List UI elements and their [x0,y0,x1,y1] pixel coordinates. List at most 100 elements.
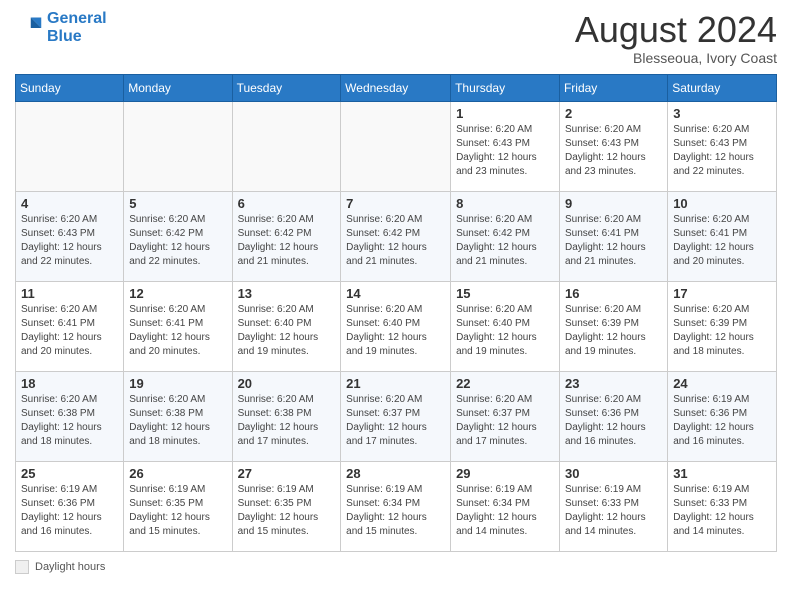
table-row: 23 Sunrise: 6:20 AM Sunset: 6:36 PM Dayli… [559,371,667,461]
logo: General Blue [15,10,107,45]
day-info: Sunrise: 6:20 AM Sunset: 6:40 PM Dayligh… [346,303,445,359]
table-row: 28 Sunrise: 6:19 AM Sunset: 6:34 PM Dayli… [341,461,451,551]
day-info: Sunrise: 6:20 AM Sunset: 6:40 PM Dayligh… [238,303,336,359]
day-info: Sunrise: 6:19 AM Sunset: 6:35 PM Dayligh… [129,483,226,539]
day-number: 20 [238,376,336,391]
day-number: 17 [673,286,771,301]
table-row: 26Sunrise: 6:19 AM Sunset: 6:35 PM Dayli… [124,461,232,551]
day-number: 1 [456,106,554,121]
day-info: Sunrise: 6:20 AM Sunset: 6:43 PM Dayligh… [21,213,118,269]
table-row: 10Sunrise: 6:20 AM Sunset: 6:41 PM Dayli… [668,191,777,281]
day-info: Sunrise: 6:20 AM Sunset: 6:38 PM Dayligh… [21,393,118,449]
day-number: 21 [346,376,445,391]
day-info: Sunrise: 6:20 AM Sunset: 6:36 PM Dayligh… [565,393,662,449]
table-row: 8Sunrise: 6:20 AM Sunset: 6:42 PM Daylig… [451,191,560,281]
day-number: 14 [346,286,445,301]
table-row: 17 Sunrise: 6:20 AM Sunset: 6:39 PM Dayli… [668,281,777,371]
day-info: Sunrise: 6:20 AM Sunset: 6:40 PM Dayligh… [456,303,554,359]
table-row: 7 Sunrise: 6:20 AM Sunset: 6:42 PM Daylig… [341,191,451,281]
day-number: 7 [346,196,445,211]
table-row: 11 Sunrise: 6:20 AM Sunset: 6:41 PM Dayli… [16,281,124,371]
day-info: Sunrise: 6:19 AM Sunset: 6:33 PM Dayligh… [565,483,662,539]
day-number: 5 [129,196,226,211]
day-info: Sunrise: 6:20 AM Sunset: 6:41 PM Dayligh… [129,303,226,359]
day-info: Sunrise: 6:20 AM Sunset: 6:39 PM Dayligh… [673,303,771,359]
calendar-table: SundayMondayTuesdayWednesdayThursdayFrid… [15,74,777,552]
day-number: 28 [346,466,445,481]
day-info: Sunrise: 6:20 AM Sunset: 6:42 PM Dayligh… [129,213,226,269]
calendar-week-row: 25Sunrise: 6:19 AM Sunset: 6:36 PM Dayli… [16,461,777,551]
day-info: Sunrise: 6:19 AM Sunset: 6:33 PM Dayligh… [673,483,771,539]
day-info: Sunrise: 6:20 AM Sunset: 6:43 PM Dayligh… [673,123,771,179]
day-number: 24 [673,376,771,391]
day-info: Sunrise: 6:19 AM Sunset: 6:36 PM Dayligh… [673,393,771,449]
page-header: General Blue August 2024 Blesseoua, Ivor… [15,10,777,66]
table-row: 13 Sunrise: 6:20 AM Sunset: 6:40 PM Dayli… [232,281,341,371]
table-row: 1 Sunrise: 6:20 AM Sunset: 6:43 PM Daylig… [451,101,560,191]
table-row: 18 Sunrise: 6:20 AM Sunset: 6:38 PM Dayli… [16,371,124,461]
calendar-day-header: Wednesday [341,74,451,101]
day-info: Sunrise: 6:20 AM Sunset: 6:43 PM Dayligh… [565,123,662,179]
day-number: 11 [21,286,118,301]
day-number: 3 [673,106,771,121]
calendar-day-header: Thursday [451,74,560,101]
calendar-week-row: 1 Sunrise: 6:20 AM Sunset: 6:43 PM Daylig… [16,101,777,191]
location: Blesseoua, Ivory Coast [575,50,777,66]
table-row [16,101,124,191]
day-number: 18 [21,376,118,391]
day-number: 19 [129,376,226,391]
table-row: 20 Sunrise: 6:20 AM Sunset: 6:38 PM Dayli… [232,371,341,461]
table-row: 3 Sunrise: 6:20 AM Sunset: 6:43 PM Daylig… [668,101,777,191]
table-row: 27Sunrise: 6:19 AM Sunset: 6:35 PM Dayli… [232,461,341,551]
calendar-day-header: Tuesday [232,74,341,101]
day-number: 12 [129,286,226,301]
day-number: 27 [238,466,336,481]
table-row: 9 Sunrise: 6:20 AM Sunset: 6:41 PM Daylig… [559,191,667,281]
table-row: 25Sunrise: 6:19 AM Sunset: 6:36 PM Dayli… [16,461,124,551]
day-number: 13 [238,286,336,301]
daylight-legend: Daylight hours [15,560,105,574]
day-number: 25 [21,466,118,481]
day-number: 6 [238,196,336,211]
calendar-header-row: SundayMondayTuesdayWednesdayThursdayFrid… [16,74,777,101]
day-info: Sunrise: 6:20 AM Sunset: 6:42 PM Dayligh… [238,213,336,269]
day-number: 29 [456,466,554,481]
table-row: 16Sunrise: 6:20 AM Sunset: 6:39 PM Dayli… [559,281,667,371]
table-row [341,101,451,191]
day-info: Sunrise: 6:20 AM Sunset: 6:38 PM Dayligh… [129,393,226,449]
day-number: 15 [456,286,554,301]
table-row: 29 Sunrise: 6:19 AM Sunset: 6:34 PM Dayli… [451,461,560,551]
day-info: Sunrise: 6:20 AM Sunset: 6:43 PM Dayligh… [456,123,554,179]
table-row: 5 Sunrise: 6:20 AM Sunset: 6:42 PM Daylig… [124,191,232,281]
table-row: 24 Sunrise: 6:19 AM Sunset: 6:36 PM Dayli… [668,371,777,461]
day-number: 2 [565,106,662,121]
day-info: Sunrise: 6:20 AM Sunset: 6:41 PM Dayligh… [565,213,662,269]
legend-box [15,560,29,574]
day-info: Sunrise: 6:20 AM Sunset: 6:41 PM Dayligh… [21,303,118,359]
day-number: 23 [565,376,662,391]
table-row: 12 Sunrise: 6:20 AM Sunset: 6:41 PM Dayli… [124,281,232,371]
logo-text: General Blue [47,10,107,45]
calendar-day-header: Monday [124,74,232,101]
logo-icon [15,14,43,42]
table-row: 2 Sunrise: 6:20 AM Sunset: 6:43 PM Daylig… [559,101,667,191]
day-info: Sunrise: 6:20 AM Sunset: 6:37 PM Dayligh… [456,393,554,449]
table-row: 15 Sunrise: 6:20 AM Sunset: 6:40 PM Dayli… [451,281,560,371]
day-number: 31 [673,466,771,481]
table-row: 21 Sunrise: 6:20 AM Sunset: 6:37 PM Dayli… [341,371,451,461]
calendar-day-header: Saturday [668,74,777,101]
day-info: Sunrise: 6:20 AM Sunset: 6:38 PM Dayligh… [238,393,336,449]
day-info: Sunrise: 6:19 AM Sunset: 6:34 PM Dayligh… [346,483,445,539]
day-info: Sunrise: 6:20 AM Sunset: 6:37 PM Dayligh… [346,393,445,449]
day-info: Sunrise: 6:20 AM Sunset: 6:42 PM Dayligh… [346,213,445,269]
table-row: 22 Sunrise: 6:20 AM Sunset: 6:37 PM Dayli… [451,371,560,461]
day-number: 4 [21,196,118,211]
table-row: 6 Sunrise: 6:20 AM Sunset: 6:42 PM Daylig… [232,191,341,281]
day-number: 22 [456,376,554,391]
day-info: Sunrise: 6:20 AM Sunset: 6:39 PM Dayligh… [565,303,662,359]
day-info: Sunrise: 6:19 AM Sunset: 6:34 PM Dayligh… [456,483,554,539]
day-number: 30 [565,466,662,481]
daylight-label: Daylight hours [35,561,105,573]
table-row [124,101,232,191]
day-number: 9 [565,196,662,211]
